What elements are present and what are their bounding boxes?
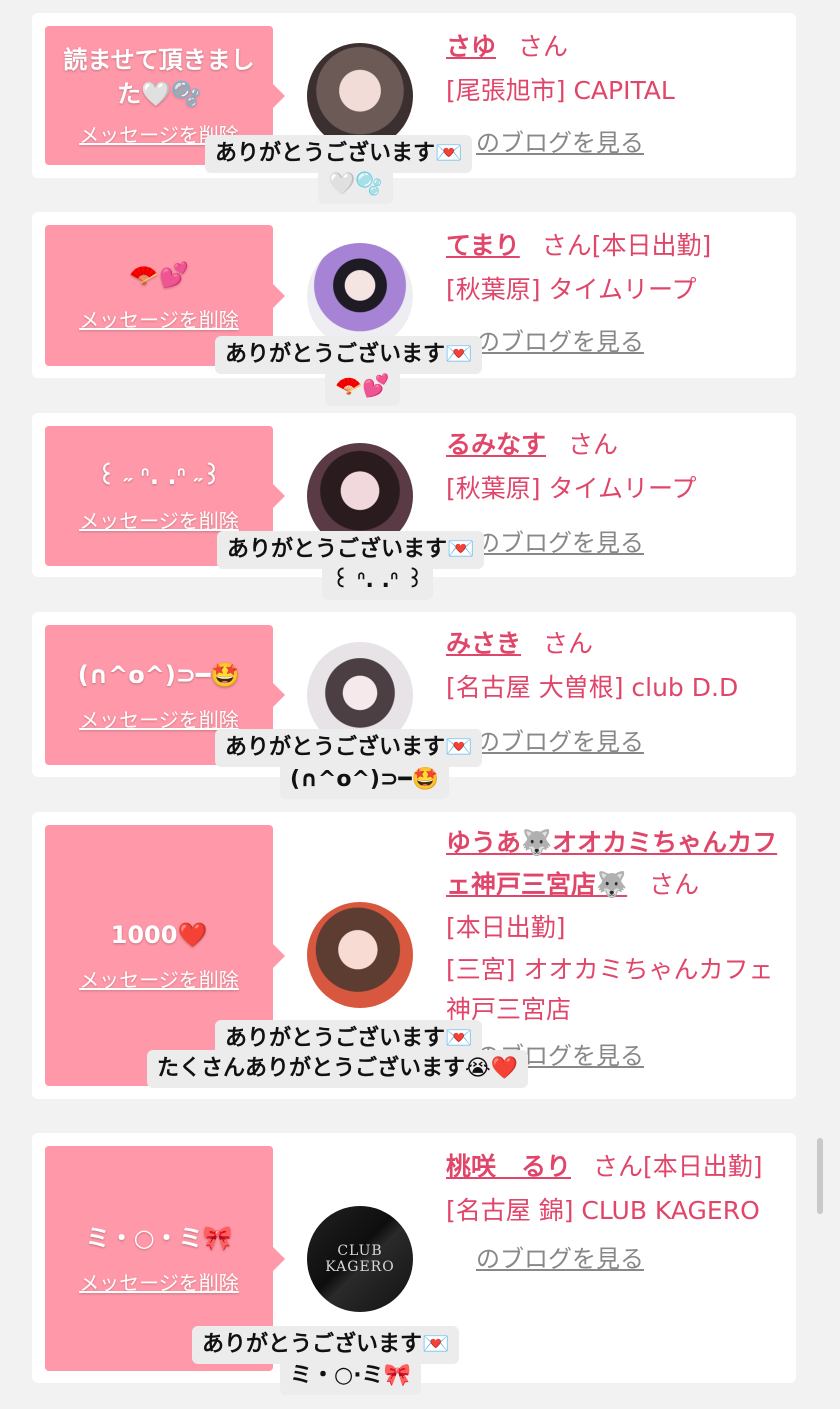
message-list: 読ませて頂きました🤍🫧 メッセージを削除 さゆ さん [尾張旭市] CAPITAL… bbox=[0, 0, 840, 1409]
view-blog-link[interactable]: のブログを見る bbox=[476, 1245, 644, 1273]
user-name-link[interactable]: ゆうあ🐺オオカミちゃんカフェ神戸三宮店🐺 bbox=[446, 828, 777, 899]
scrollbar[interactable] bbox=[817, 1138, 823, 1214]
reply-caption: (∩^o^)⊃━🤩 bbox=[280, 761, 450, 799]
shop-info: [秋葉原] タイムリープ bbox=[446, 474, 697, 503]
avatar[interactable] bbox=[307, 243, 413, 349]
honorific: さん bbox=[649, 870, 700, 899]
club-logo: CLUB KAGERO bbox=[325, 1243, 395, 1275]
message-text: 読ませて頂きました🤍🫧 bbox=[63, 46, 255, 108]
honorific: さん bbox=[543, 629, 594, 658]
delete-message-link[interactable]: メッセージを削除 bbox=[79, 1267, 239, 1296]
user-name-link[interactable]: るみなす bbox=[446, 430, 546, 459]
shop-info: [尾張旭市] CAPITAL bbox=[446, 76, 675, 105]
honorific: さん bbox=[518, 32, 569, 61]
status-badge: [本日出勤] bbox=[643, 1152, 763, 1181]
user-name-link[interactable]: みさき bbox=[446, 629, 521, 658]
honorific: さん bbox=[593, 1152, 644, 1181]
delete-message-link[interactable]: メッセージを削除 bbox=[79, 964, 239, 993]
avatar[interactable] bbox=[307, 43, 413, 149]
view-blog-link[interactable]: のブログを見る bbox=[476, 328, 644, 356]
view-blog-link[interactable]: のブログを見る bbox=[476, 129, 644, 157]
message-text: 1000❤️ bbox=[110, 921, 208, 949]
message-text: ミ・○・ミ🎀 bbox=[85, 1224, 233, 1252]
message-text: ꒰ ˶ ᐢ. .ᐢ ˶꒱ bbox=[96, 461, 222, 490]
delete-message-link[interactable]: メッセージを削除 bbox=[79, 505, 239, 534]
user-name-link[interactable]: さゆ bbox=[446, 32, 496, 61]
shop-info: [秋葉原] タイムリープ bbox=[446, 275, 697, 304]
shop-info: [名古屋 大曽根] club D.D bbox=[446, 673, 739, 702]
user-name-link[interactable]: てまり bbox=[446, 231, 520, 260]
view-blog-link[interactable]: のブログを見る bbox=[476, 529, 644, 557]
shop-info: [三宮] オオカミちゃんカフェ神戸三宮店 bbox=[446, 955, 774, 1024]
user-name-link[interactable]: 桃咲 るり bbox=[446, 1152, 571, 1181]
avatar[interactable] bbox=[307, 902, 413, 1008]
reply-caption: 🪭💕 bbox=[325, 368, 400, 406]
avatar[interactable]: CLUB KAGERO bbox=[307, 1206, 413, 1312]
shop-info: [名古屋 錦] CLUB KAGERO bbox=[446, 1196, 760, 1225]
message-text: (∩^o^)⊃━🤩 bbox=[77, 660, 241, 689]
reply-caption: ꒰ ᐢ. .ᐢ ꒱ bbox=[322, 562, 434, 600]
delete-message-link[interactable]: メッセージを削除 bbox=[79, 304, 239, 333]
honorific: さん bbox=[541, 231, 592, 260]
reply-caption: ミ・○·ミ🎀 bbox=[280, 1357, 421, 1395]
honorific: さん bbox=[568, 430, 619, 459]
status-badge: [本日出勤] bbox=[446, 913, 566, 942]
message-text: 🪭💕 bbox=[129, 261, 189, 289]
status-badge: [本日出勤] bbox=[591, 231, 712, 260]
view-blog-link[interactable]: のブログを見る bbox=[476, 728, 644, 756]
delete-message-link[interactable]: メッセージを削除 bbox=[79, 704, 239, 733]
reply-caption: たくさんありがとうございます😭❤️ bbox=[147, 1050, 529, 1088]
reply-caption: 🤍🫧 bbox=[318, 166, 393, 204]
